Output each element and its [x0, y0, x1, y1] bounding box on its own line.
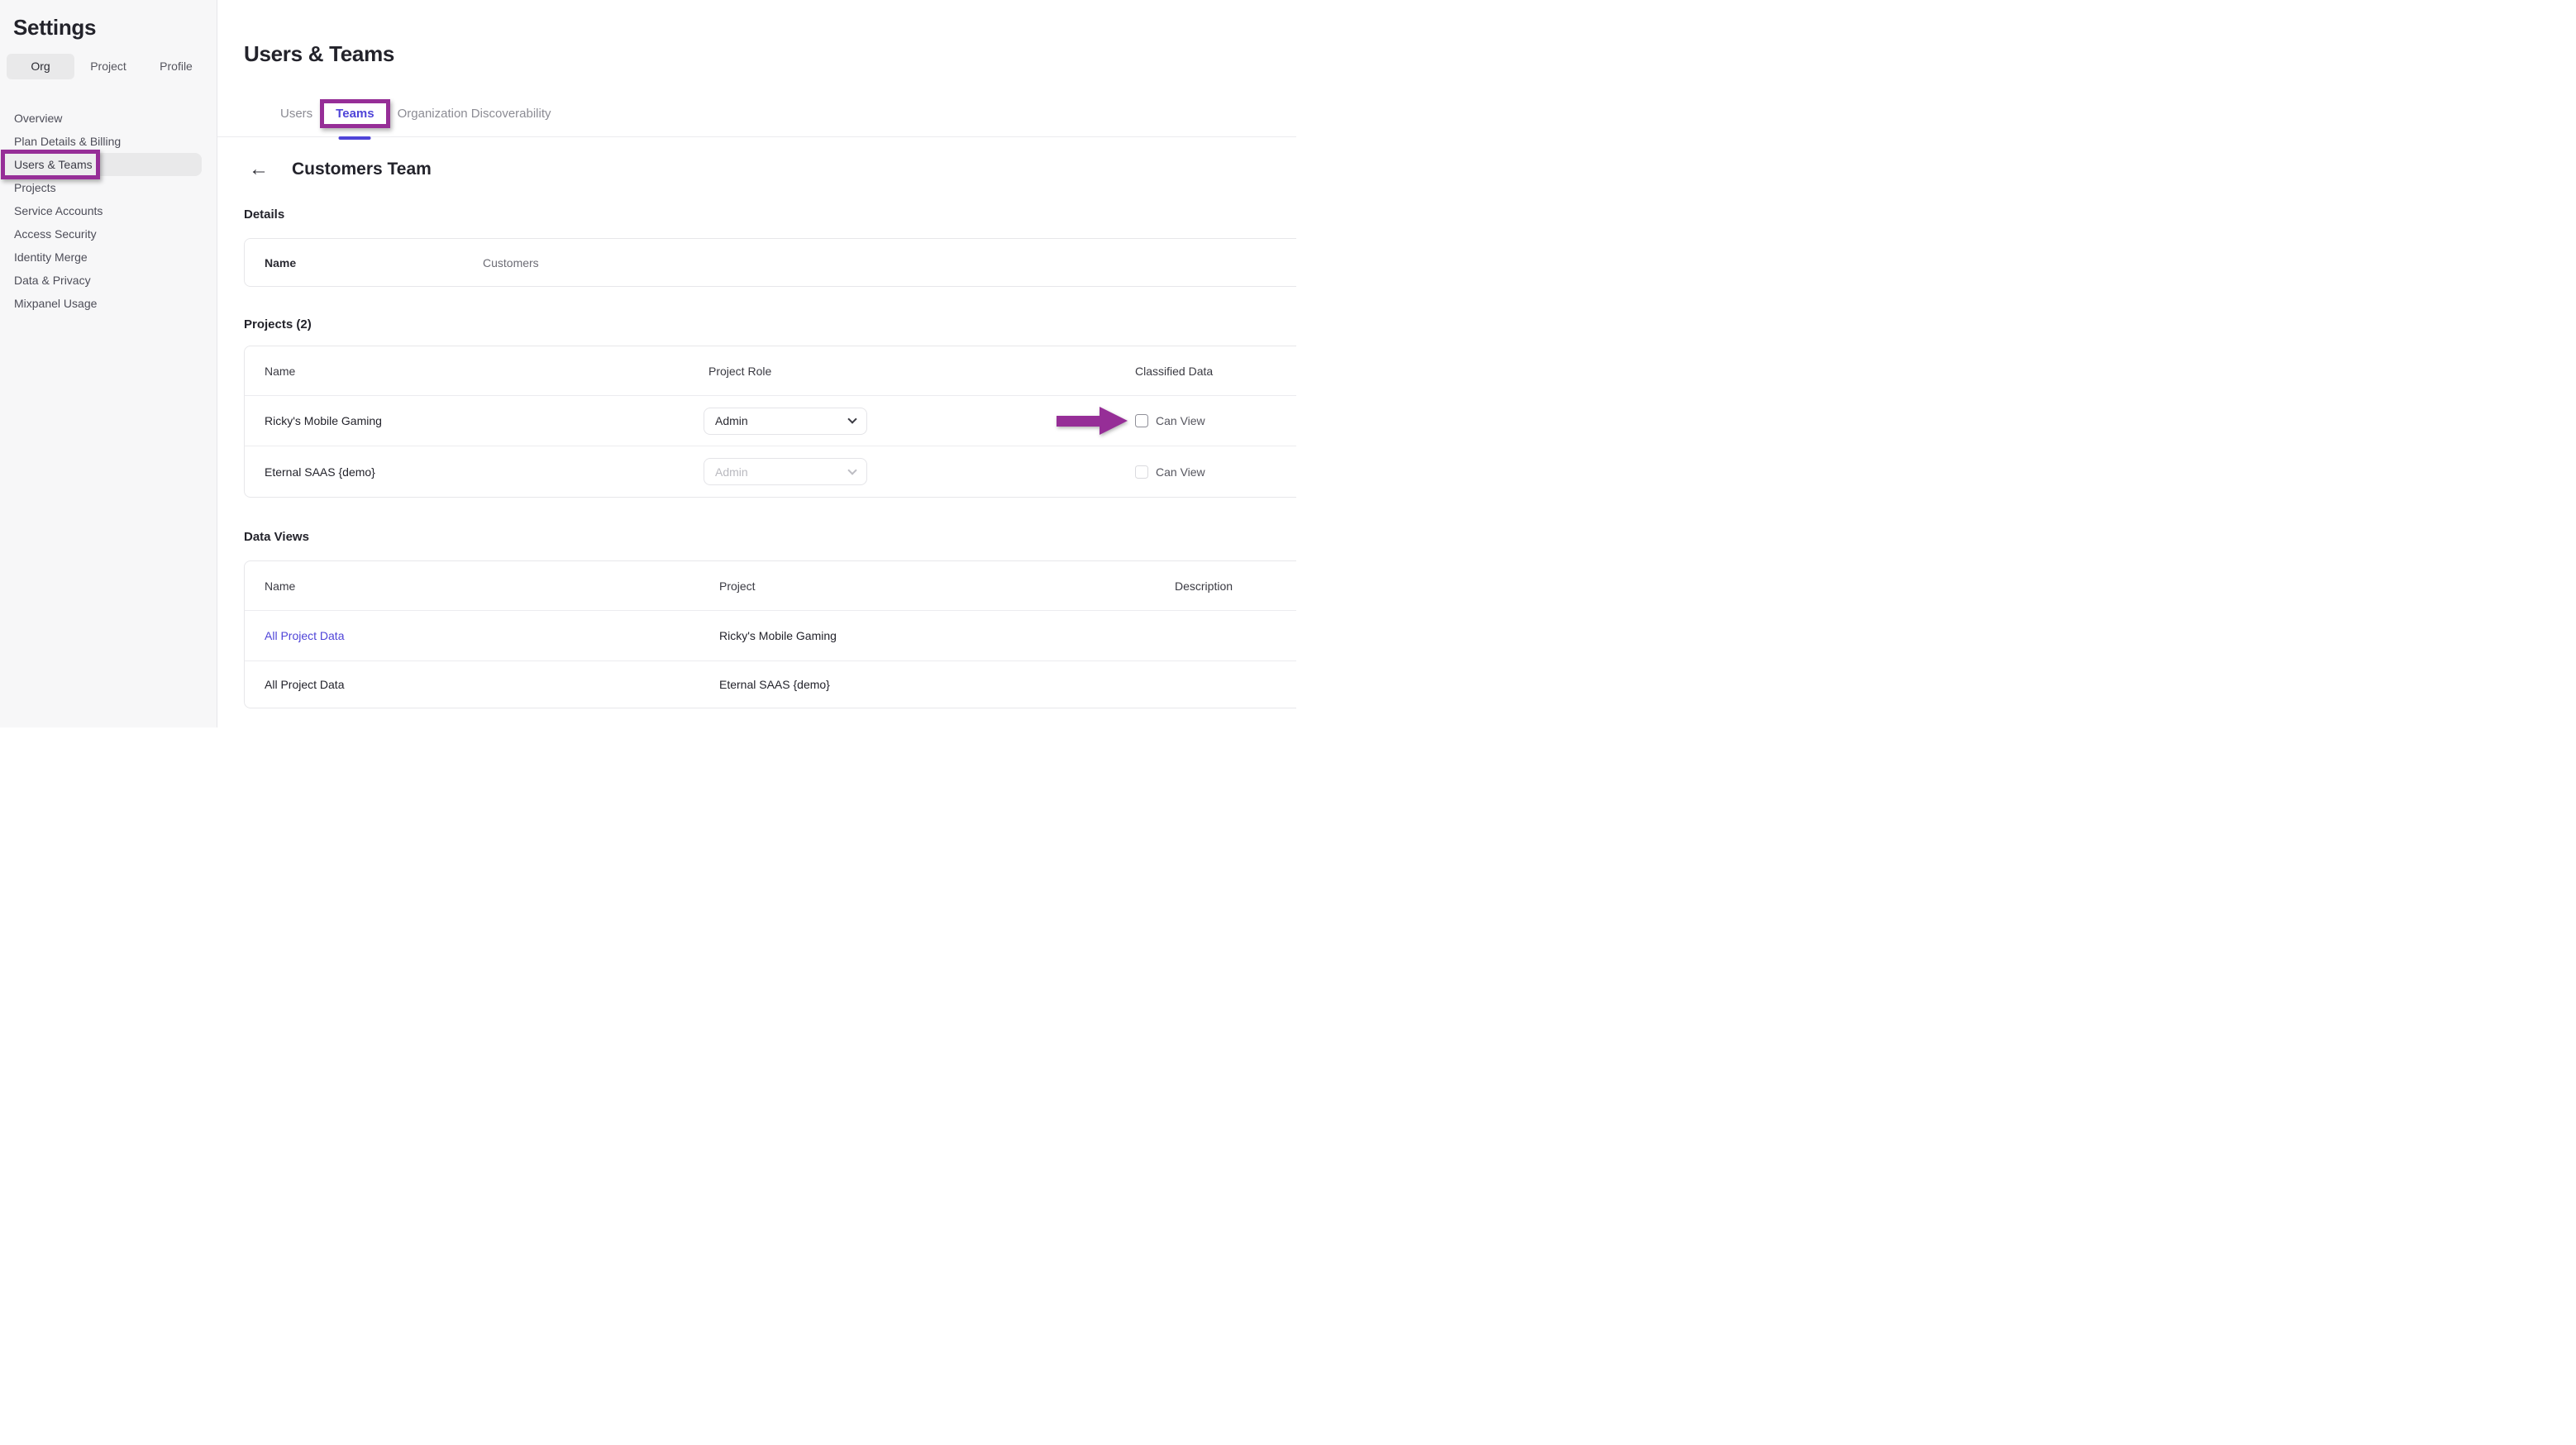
sidebar-title: Settings	[13, 15, 217, 41]
data-views-col-project: Project	[719, 579, 1175, 593]
data-views-heading: Data Views	[244, 531, 1296, 543]
main-content: Users & Teams Users Teams Organization D…	[217, 0, 1296, 727]
active-tab-underline	[339, 136, 371, 140]
classified-data-cell: Can View	[1135, 414, 1296, 427]
project-row-eternal-saas-demo: Eternal SAAS {demo} Admin Can View	[245, 446, 1296, 497]
sidebar-item-identity-merge[interactable]: Identity Merge	[0, 246, 217, 269]
page-title: Users & Teams	[244, 41, 1296, 67]
scope-tab-project[interactable]: Project	[74, 54, 142, 79]
can-view-checkbox[interactable]	[1135, 414, 1148, 427]
projects-table-header: Name Project Role Classified Data	[245, 346, 1296, 396]
chevron-down-icon	[847, 465, 856, 475]
details-name-label: Name	[245, 256, 483, 269]
sidebar-item-projects[interactable]: Projects	[0, 176, 217, 199]
settings-sidebar: Settings Org Project Profile Overview Pl…	[0, 0, 217, 727]
annotation-box-users-teams: Users & Teams	[1, 150, 100, 179]
data-views-table-header: Name Project Description	[245, 561, 1296, 611]
projects-col-classified-data: Classified Data	[1135, 365, 1296, 378]
main-tabs: Users Teams Organization Discoverability	[217, 91, 1296, 137]
sidebar-item-overview[interactable]: Overview	[0, 107, 217, 130]
project-row-rickys-mobile-gaming: Ricky's Mobile Gaming Admin Can View	[245, 396, 1296, 446]
sidebar-item-access-security[interactable]: Access Security	[0, 222, 217, 246]
data-views-table: Name Project Description All Project Dat…	[244, 560, 1296, 708]
annotation-box-teams-tab: Teams	[320, 99, 389, 128]
projects-table: Name Project Role Classified Data Ricky'…	[244, 346, 1296, 498]
tab-teams[interactable]: Teams	[336, 107, 374, 121]
project-role-value: Admin	[715, 414, 748, 427]
projects-heading: Projects (2)	[244, 318, 1296, 331]
scope-tab-profile[interactable]: Profile	[142, 54, 210, 79]
data-view-row: All Project Data Ricky's Mobile Gaming	[245, 611, 1296, 661]
can-view-checkbox[interactable]	[1135, 465, 1148, 479]
sidebar-nav: Overview Plan Details & Billing Users & …	[0, 107, 217, 315]
scope-tab-org[interactable]: Org	[7, 54, 74, 79]
details-heading: Details	[244, 208, 1296, 221]
sidebar-item-service-accounts[interactable]: Service Accounts	[0, 199, 217, 222]
sidebar-item-mixpanel-usage[interactable]: Mixpanel Usage	[0, 292, 217, 315]
sidebar-item-data-privacy[interactable]: Data & Privacy	[0, 269, 217, 292]
all-project-data-link[interactable]: All Project Data	[245, 678, 719, 691]
data-view-project: Ricky's Mobile Gaming	[719, 629, 1175, 642]
can-view-label: Can View	[1156, 465, 1205, 479]
project-role-value: Admin	[715, 465, 748, 479]
scope-tabs: Org Project Profile	[7, 54, 210, 79]
classified-data-cell: Can View	[1135, 465, 1296, 479]
sidebar-item-users-teams-label: Users & Teams	[14, 153, 93, 176]
can-view-label: Can View	[1156, 414, 1205, 427]
details-name-row: Name Customers	[245, 239, 1296, 286]
data-view-project: Eternal SAAS {demo}	[719, 678, 1175, 691]
projects-col-name: Name	[245, 365, 704, 378]
project-name: Ricky's Mobile Gaming	[245, 414, 704, 427]
back-button[interactable]: ←	[249, 160, 269, 179]
annotation-arrow	[1057, 407, 1128, 435]
chevron-down-icon	[847, 414, 856, 423]
data-views-col-description: Description	[1175, 579, 1296, 593]
team-title: Customers Team	[292, 160, 432, 179]
back-arrow-icon: ←	[249, 158, 269, 180]
project-name: Eternal SAAS {demo}	[245, 465, 704, 479]
data-views-col-name: Name	[245, 579, 719, 593]
project-role-dropdown[interactable]: Admin	[704, 408, 867, 435]
sidebar-item-users-teams[interactable]: Users & Teams	[5, 153, 202, 176]
settings-app: Settings Org Project Profile Overview Pl…	[0, 0, 1296, 727]
data-view-row: All Project Data Eternal SAAS {demo}	[245, 661, 1296, 708]
details-name-value: Customers	[483, 256, 1296, 269]
project-role-dropdown-disabled: Admin	[704, 458, 867, 485]
all-project-data-link[interactable]: All Project Data	[245, 629, 719, 642]
tab-organization-discoverability[interactable]: Organization Discoverability	[398, 107, 551, 121]
details-card: Name Customers	[244, 238, 1296, 287]
team-header: ← Customers Team	[249, 157, 1296, 182]
projects-col-project-role: Project Role	[704, 365, 1135, 378]
tab-users[interactable]: Users	[280, 107, 312, 121]
